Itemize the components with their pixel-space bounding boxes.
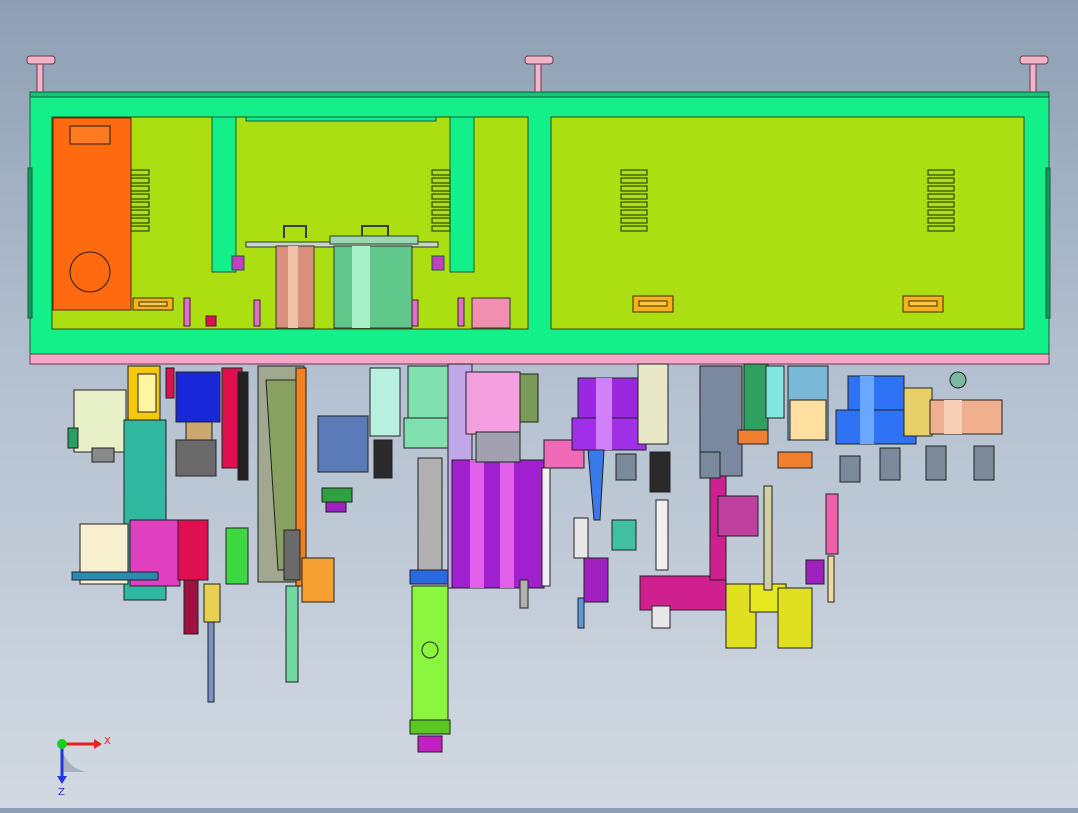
axis-triad[interactable]: X Z xyxy=(57,736,111,798)
z-axis-arrow-icon xyxy=(57,776,67,784)
main-frame xyxy=(27,91,1051,355)
cad-viewport[interactable]: X Z xyxy=(0,0,1078,808)
z-axis-label: Z xyxy=(58,787,65,798)
x-axis-arrow-icon xyxy=(94,739,102,749)
hanging-mechanisms xyxy=(67,363,1003,753)
pink-rail xyxy=(29,353,1050,365)
y-axis-origin-icon xyxy=(57,739,67,749)
x-axis-label: X xyxy=(104,736,111,747)
cad-assembly-drawing: X Z xyxy=(26,55,1051,798)
electrical-enclosure xyxy=(52,117,132,311)
mounting-pins xyxy=(26,55,1049,93)
